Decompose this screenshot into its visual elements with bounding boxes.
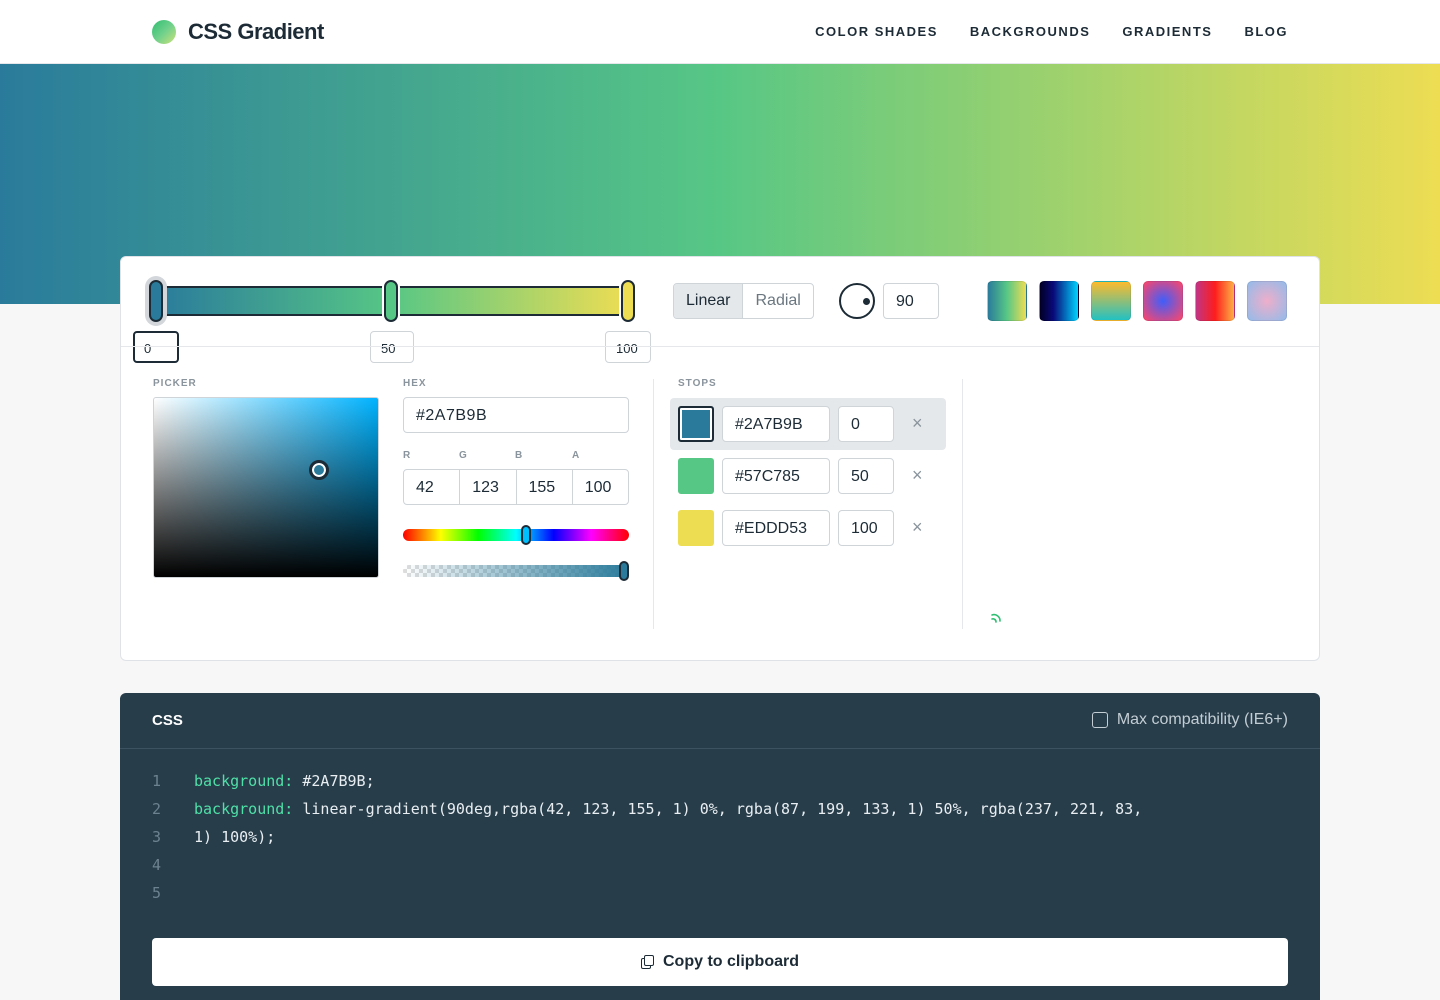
max-compat-checkbox[interactable] [1091,712,1108,728]
remove-stop-icon[interactable]: × [912,465,923,486]
stop-row[interactable]: #57C785 50 × [670,450,946,502]
site-header: CSS Gradient COLOR SHADES BACKGROUNDS GR… [0,0,1440,64]
line-number: 3 [152,828,162,846]
stop-hex-input[interactable]: #2A7B9B [722,406,830,442]
column-divider [653,379,654,629]
stop-hex-input[interactable]: #57C785 [722,458,830,494]
stop-position-label-100[interactable]: 100 [605,331,651,363]
alpha-slider-thumb[interactable] [619,561,629,581]
code-value: linear-gradient(90deg,rgba(42, 123, 155,… [293,800,1143,818]
code-line: 1 background: #2A7B9B; [120,767,1320,795]
preset-orange-teal[interactable] [1091,281,1131,321]
remove-stop-icon[interactable]: × [912,517,923,538]
g-label: G [459,450,468,461]
stop-swatch[interactable] [678,406,714,442]
angle-dial-icon[interactable] [839,283,875,319]
nav-gradients[interactable]: GRADIENTS [1122,24,1212,39]
copy-to-clipboard-button[interactable]: Copy to clipboard [152,938,1288,986]
a-label: A [572,450,581,461]
picker-label: PICKER [153,378,197,389]
type-linear-button[interactable]: Linear [674,284,744,318]
preset-pastel[interactable] [1247,281,1287,321]
code-property: background: [194,772,294,790]
code-line: 3 1) 100%); [120,823,1320,851]
code-line: 2 background: linear-gradient(90deg,rgba… [120,795,1320,823]
b-input[interactable]: 155 [517,470,573,504]
stop-row[interactable]: #EDDD53 100 × [670,502,946,554]
code-value: 1) 100%); [194,828,276,846]
angle-input[interactable]: 90 [883,283,939,319]
stop-position-label-0[interactable]: 0 [133,331,179,363]
stop-swatch[interactable] [678,510,714,546]
stop-handle-100[interactable] [621,280,635,322]
line-number: 2 [152,800,162,818]
line-number: 5 [152,884,162,902]
logo[interactable]: CSS Gradient [152,19,324,45]
hue-slider[interactable] [403,529,629,541]
stop-row[interactable]: #2A7B9B 0 × [670,398,946,450]
logo-gradient-icon [152,20,176,44]
code-line: 4 [120,851,1320,879]
css-panel-header: CSS Max compatibility (IE6+) [120,693,1320,749]
angle-dial-knob [863,298,870,305]
rgba-inputs: 42 123 155 100 [403,469,629,505]
alpha-slider[interactable] [403,565,629,577]
main-nav: COLOR SHADES BACKGROUNDS GRADIENTS BLOG [783,24,1288,39]
preset-teal-yellow[interactable] [987,281,1027,321]
stops-label: STOPS [678,378,717,389]
code-property: background: [194,800,294,818]
type-radial-button[interactable]: Radial [743,284,812,318]
stop-position-input[interactable]: 50 [838,458,894,494]
logo-text: CSS Gradient [188,19,324,44]
stop-position-input[interactable]: 0 [838,406,894,442]
preset-navy-blue[interactable] [1039,281,1079,321]
stop-handle-50[interactable] [384,280,398,322]
stop-position-input[interactable]: 100 [838,510,894,546]
css-panel-title: CSS [152,712,183,729]
r-input[interactable]: 42 [404,470,461,504]
copy-button-label: Copy to clipboard [663,953,799,970]
preset-red-orange[interactable] [1195,281,1235,321]
card-divider [121,346,1319,347]
code-line: 5 [120,879,1320,907]
stop-swatch[interactable] [678,458,714,494]
max-compat-option[interactable]: Max compatibility (IE6+) [1091,711,1288,729]
r-label: R [403,450,412,461]
stop-hex-input[interactable]: #EDDD53 [722,510,830,546]
remove-stop-icon[interactable]: × [912,413,923,434]
code-value: #2A7B9B; [293,772,375,790]
hex-input[interactable]: #2A7B9B [403,397,629,433]
line-number: 1 [152,772,162,790]
loading-spinner-icon [991,613,1001,623]
b-label: B [515,450,524,461]
hex-label: HEX [403,378,427,389]
gradient-editor-card: 0 50 100 Linear Radial 90 PICKER HEX #2A… [120,256,1320,661]
picker-cursor[interactable] [309,460,329,480]
css-output-panel: CSS Max compatibility (IE6+) 1 backgroun… [120,693,1320,1000]
max-compat-label[interactable]: Max compatibility (IE6+) [1117,711,1288,729]
hue-slider-thumb[interactable] [521,525,531,545]
line-number: 4 [152,856,162,874]
gradient-type-toggle: Linear Radial [673,283,814,319]
a-input[interactable]: 100 [573,470,628,504]
nav-blog[interactable]: BLOG [1244,24,1288,39]
color-picker-area[interactable] [153,397,379,578]
stop-position-label-50[interactable]: 50 [370,331,414,363]
g-input[interactable]: 123 [460,470,517,504]
column-divider [962,379,963,629]
nav-backgrounds[interactable]: BACKGROUNDS [970,24,1091,39]
preset-list [987,281,1299,321]
nav-color-shades[interactable]: COLOR SHADES [815,24,938,39]
css-code-block[interactable]: 1 background: #2A7B9B; 2 background: lin… [120,767,1320,907]
preset-violet-pink[interactable] [1143,281,1183,321]
stop-handle-0[interactable] [149,280,163,322]
copy-icon [641,955,655,969]
